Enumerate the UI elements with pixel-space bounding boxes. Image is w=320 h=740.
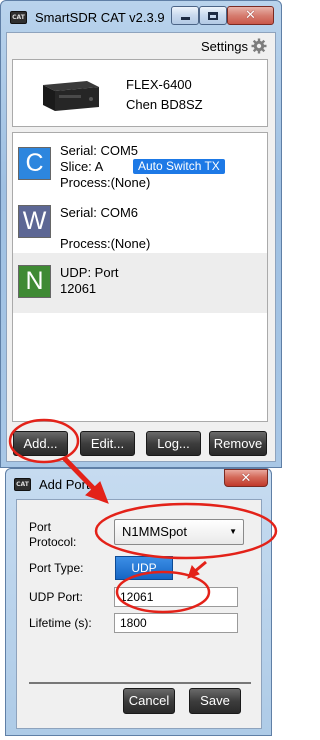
save-button[interactable]: Save [189, 688, 241, 714]
app-icon: CAT [10, 11, 27, 24]
port-n-number: 12061 [60, 281, 97, 296]
list-item-port-w[interactable]: W Serial: COM6 Process:(None) [13, 195, 267, 253]
lifetime-label: Lifetime (s): [29, 616, 92, 630]
window-title: SmartSDR CAT v2.3.9 [35, 10, 165, 25]
dialog-title: Add Port [39, 477, 90, 492]
minimize-button[interactable] [171, 6, 199, 25]
cancel-button[interactable]: Cancel [123, 688, 175, 714]
settings-label: Settings [201, 38, 248, 54]
maximize-icon [208, 11, 218, 20]
port-protocol-value: N1MMSpot [122, 524, 188, 539]
close-icon: ✕ [240, 470, 252, 486]
udp-port-input[interactable]: 12061 [114, 587, 238, 607]
lifetime-input[interactable]: 1800 [114, 613, 238, 633]
close-button[interactable]: ✕ [227, 6, 274, 25]
port-w-badge: W [18, 205, 51, 238]
minimize-icon [180, 17, 190, 20]
remove-button[interactable]: Remove [209, 431, 267, 456]
port-list[interactable]: C Serial: COM5 Slice: A Auto Switch TX P… [12, 132, 268, 422]
add-button[interactable]: Add... [13, 431, 68, 456]
port-protocol-label: Port Protocol: [29, 520, 77, 549]
port-c-serial: Serial: COM5 [60, 143, 139, 158]
port-w-serial: Serial: COM6 [60, 205, 139, 220]
close-icon: ✕ [245, 8, 256, 23]
radio-owner: Chen BD8SZ [126, 97, 203, 112]
dialog-app-icon: CAT [14, 478, 31, 491]
port-type-udp-button[interactable]: UDP [115, 556, 173, 580]
radio-model: FLEX-6400 [126, 77, 192, 92]
chevron-down-icon: ▼ [229, 527, 237, 536]
port-n-udp: UDP: Port [60, 265, 119, 280]
port-protocol-select[interactable]: N1MMSpot ▼ [114, 519, 244, 545]
edit-button[interactable]: Edit... [80, 431, 135, 456]
port-n-badge: N [18, 265, 51, 298]
udp-port-label: UDP Port: [29, 590, 83, 604]
list-item-port-n[interactable]: N UDP: Port 12061 [13, 253, 267, 313]
port-c-process: Process:(None) [60, 175, 151, 190]
maximize-button[interactable] [199, 6, 227, 25]
dialog-client-area: Port Protocol: N1MMSpot ▼ Port Type: UDP… [16, 499, 262, 729]
port-c-badge: C [18, 147, 51, 180]
title-bar[interactable]: CAT SmartSDR CAT v2.3.9 ✕ [1, 1, 281, 31]
list-item-port-c[interactable]: C Serial: COM5 Slice: A Auto Switch TX P… [13, 133, 267, 193]
settings-button[interactable]: Settings [201, 38, 267, 54]
port-c-slice: Slice: A [60, 159, 104, 174]
add-port-dialog: CAT Add Port ✕ Port Protocol: N1MMSpot ▼… [5, 468, 272, 736]
main-window: CAT SmartSDR CAT v2.3.9 ✕ Settings FLEX-… [0, 0, 282, 468]
gear-icon [251, 38, 267, 54]
log-button[interactable]: Log... [146, 431, 201, 456]
port-type-label: Port Type: [29, 561, 84, 575]
dialog-close-button[interactable]: ✕ [224, 469, 268, 487]
port-w-process: Process:(None) [60, 236, 151, 251]
radio-device-image [43, 81, 99, 111]
dialog-separator [29, 682, 251, 684]
main-client-area: Settings FLEX-6400 Chen BD8SZ C Serial: … [6, 32, 276, 462]
radio-panel[interactable]: FLEX-6400 Chen BD8SZ [12, 59, 268, 127]
auto-switch-tx-badge: Auto Switch TX [133, 159, 225, 174]
